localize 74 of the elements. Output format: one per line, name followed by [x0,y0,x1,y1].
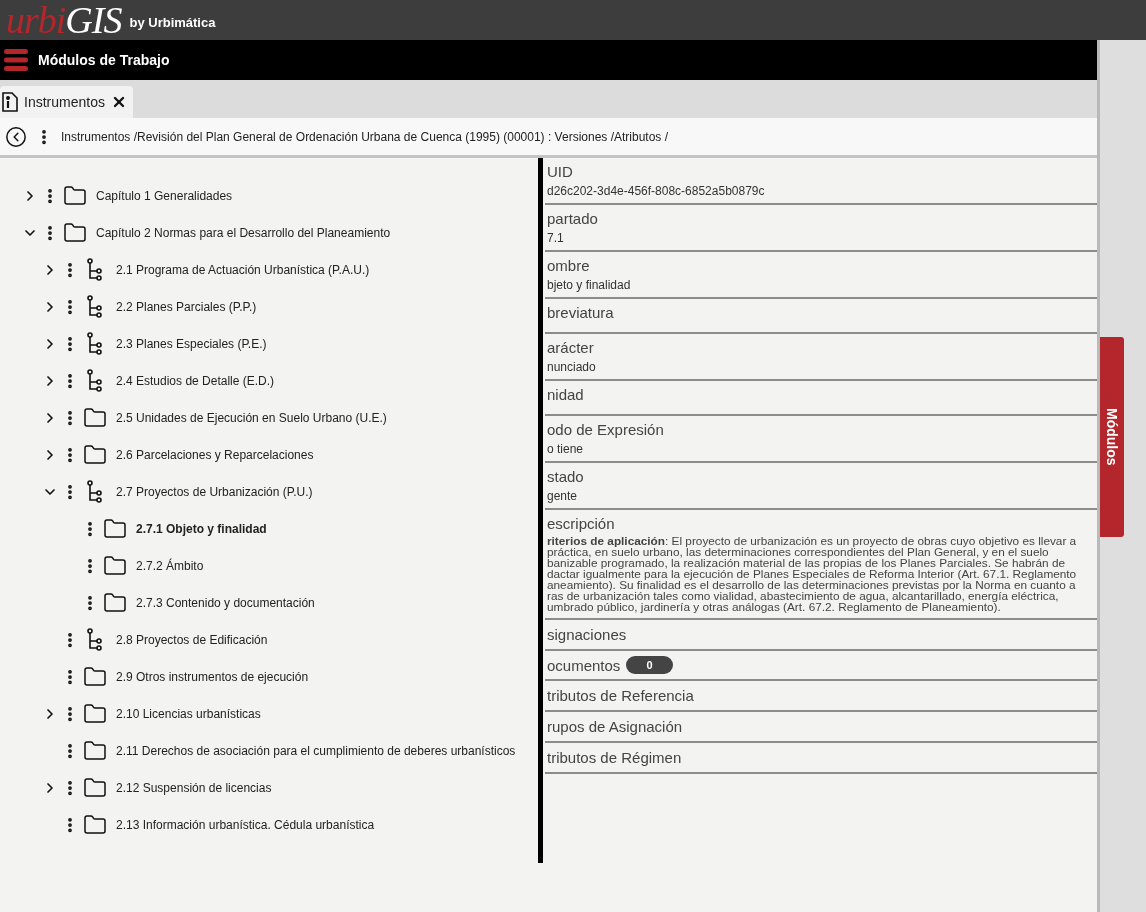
field-label: stado [547,468,585,485]
document-info-icon [2,92,18,112]
tree-structure-icon [85,294,105,319]
menu-title: Módulos de Trabajo [38,52,170,68]
tree-structure-icon [85,257,105,282]
field-value: o tiene [547,442,585,456]
folder-icon [63,220,87,245]
byline: by Urbimática [129,14,216,30]
breadcrumb: Instrumentos /Revisión del Plan General de Ordenación Urbana de Cuenca (1995) (00001) : Versiones /Atributos / [61,129,668,144]
field-label: UID [547,163,574,180]
folder-icon [103,516,127,541]
field-label: ombre [547,257,591,274]
side-tab[interactable]: Módulos [1100,337,1124,537]
section-label[interactable]: rupos de Asignación [547,718,1097,735]
field-label: breviatura [547,304,615,321]
folder-icon [83,738,107,763]
count-badge: 0 [626,656,673,674]
folder-icon [63,183,87,208]
tree-item-label[interactable]: 2.2 Planes Parciales (P.P.) [116,299,257,314]
field-label: arácter [547,339,595,356]
section-label[interactable]: ocumentos [547,656,621,674]
tree-structure-icon [85,368,105,393]
folder-icon [83,442,107,467]
section-label[interactable]: tributos de Referencia [547,687,1097,704]
description-line: banizable programado, la realización material de las propias de los Planes Parciales. Se habrán de [547,558,1067,569]
field-value: d26c202-3d4e-456f-808c-6852a5b0879c [547,184,766,198]
tree-structure-icon [85,331,105,356]
logo-text: GIS [65,0,122,40]
field-label: partado [547,210,599,227]
logo-text: urbi [6,0,66,40]
section-label[interactable]: tributos de Régimen [547,749,1097,766]
folder-icon [83,775,107,800]
tree-item-label[interactable]: 2.3 Planes Especiales (P.E.) [116,336,267,351]
field-value: gente [547,489,579,503]
tree-item-label[interactable]: 2.13 Información urbanística. Cédula urbanística [116,817,375,832]
tree-item-label[interactable]: Capítulo 1 Generalidades [96,188,233,203]
tree-item-label[interactable]: 2.4 Estudios de Detalle (E.D.) [116,373,275,388]
tree-item-label[interactable]: 2.5 Unidades de Ejecución en Suelo Urbano (U.E.) [116,410,387,425]
field-label: escripción [547,515,616,532]
tree-item-label[interactable]: 2.11 Derechos de asociación para el cumplimiento de deberes urbanísticos [116,743,516,758]
field-label: odo de Expresión [547,421,665,438]
tree-item-label[interactable]: 2.6 Parcelaciones y Reparcelaciones [116,447,314,462]
tree-item-label[interactable]: 2.7.3 Contenido y documentación [136,595,315,610]
description-line: práctica, en suelo urbano, las determinaciones correspondientes del Plan General, y en el suelo [547,547,1050,558]
folder-icon [83,812,107,837]
tab[interactable]: Instrumentos [0,86,133,118]
tree-structure-icon [85,479,105,504]
description-line: riterios de aplicación: El proyecto de urbanización es un proyecto de obras cuyo objetivo es llevar a [547,536,1078,547]
tree-item-label[interactable]: 2.9 Otros instrumentos de ejecución [116,669,309,684]
tree-item-label[interactable]: 2.10 Licencias urbanísticas [116,706,261,721]
field-label: nidad [547,386,585,403]
back-icon[interactable] [5,125,27,148]
tree-item-label[interactable]: 2.8 Proyectos de Edificación [116,632,268,647]
folder-icon [83,664,107,689]
description-line: umbrado público, jardinería y otras análogas (Art. 67.2. Reglamento de Planeamiento). [547,602,1001,613]
tree-item-label[interactable]: 2.7.2 Ámbito [136,558,204,573]
field-value: bjeto y finalidad [547,278,632,292]
folder-icon [103,553,127,578]
folder-icon [83,701,107,726]
tree-item-label[interactable]: 2.7.1 Objeto y finalidad [136,521,267,536]
folder-icon [103,590,127,615]
tree-structure-icon [85,627,105,652]
tree-item-label[interactable]: 2.7 Proyectos de Urbanización (P.U.) [116,484,313,499]
menu-icon[interactable] [4,49,28,71]
description-line: dactar igualmente para la ejecución de Planes Especiales de Reforma Interior (Art. 67.1. Reglamento [547,569,1078,580]
tree-item-label[interactable]: Capítulo 2 Normas para el Desarrollo del Planeamiento [96,225,391,240]
description-line: aneamiento). Su finalidad es el desarrollo de las determinaciones previstas por la Norma en cuanto a [547,580,1077,591]
field-value: nunciado [547,360,597,374]
section-label[interactable]: signaciones [547,626,1097,643]
tree-item-label[interactable]: 2.1 Programa de Actuación Urbanística (P.A.U.) [116,262,370,277]
field-value: 7.1 [547,231,565,245]
tree-item-label[interactable]: 2.12 Suspensión de licencias [116,780,272,795]
folder-icon [83,405,107,430]
description-line: ras de urbanización tales como vialidad, abastecimiento de agua, alcantarillado, energía eléctrica, [547,591,1060,602]
